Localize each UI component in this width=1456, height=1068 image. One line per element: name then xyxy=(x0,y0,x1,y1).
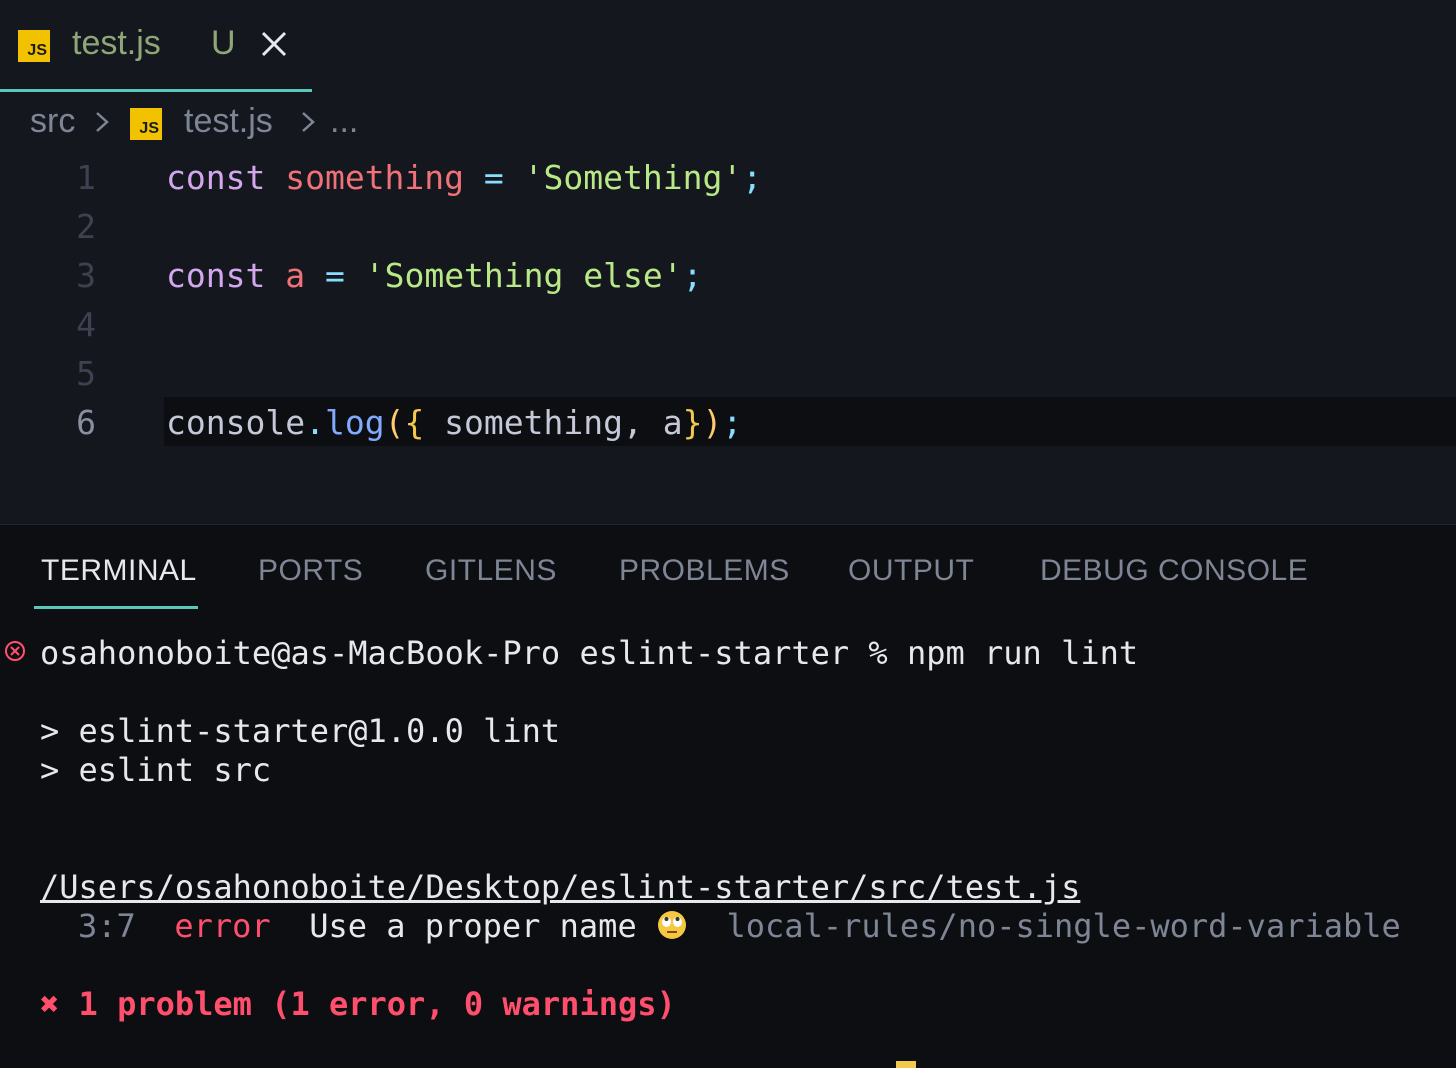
code-line[interactable]: 6 console.log({ something, a}); xyxy=(0,397,1456,446)
tab-terminal[interactable]: TERMINAL xyxy=(41,554,197,588)
error-severity: error xyxy=(174,907,271,945)
code-token: something xyxy=(285,158,465,197)
tab-test-js[interactable]: JS test.js U xyxy=(0,0,312,92)
code-token: a xyxy=(285,256,306,295)
lint-summary: ✖ 1 problem (1 error, 0 warnings) xyxy=(40,985,676,1023)
tab-output[interactable]: OUTPUT xyxy=(848,554,974,588)
code-token: ; xyxy=(682,256,703,295)
line-code: const a = 'Something else'; xyxy=(166,256,702,295)
breadcrumb-file[interactable]: test.js xyxy=(184,102,273,141)
code-token: = xyxy=(324,256,345,295)
code-line[interactable]: 5 xyxy=(0,348,1456,397)
terminal-prompt: osahonoboite@as-MacBook-Pro eslint-start… xyxy=(40,634,1139,672)
lint-file-path[interactable]: /Users/osahonoboite/Desktop/eslint-start… xyxy=(40,868,1080,906)
error-message: Use a proper name xyxy=(309,907,637,945)
tab-debug-console[interactable]: DEBUG CONSOLE xyxy=(1040,554,1308,588)
breadcrumb-more[interactable]: ... xyxy=(330,102,358,141)
chevron-right-icon xyxy=(96,112,109,132)
code-token: { xyxy=(404,403,425,442)
code-token: const xyxy=(166,256,266,295)
code-line[interactable]: 3 const a = 'Something else'; xyxy=(0,250,1456,299)
eye-roll-emoji-icon xyxy=(657,911,686,939)
line-code: const something = 'Something'; xyxy=(166,158,762,197)
js-file-icon: JS xyxy=(18,30,50,62)
active-tab-indicator xyxy=(0,89,312,92)
code-token: . xyxy=(305,403,325,442)
js-file-icon: JS xyxy=(130,108,162,140)
close-icon[interactable] xyxy=(256,26,292,62)
line-code: console.log({ something, a}); xyxy=(166,403,742,442)
active-panel-tab-indicator xyxy=(34,606,198,609)
breadcrumb-folder[interactable]: src xyxy=(30,102,75,141)
terminal-cursor xyxy=(896,1061,916,1068)
tab-ports[interactable]: PORTS xyxy=(258,554,363,588)
error-rule: local-rules/no-single-word-variable xyxy=(726,907,1401,945)
line-number: 1 xyxy=(76,158,96,197)
code-token: log xyxy=(324,403,385,442)
terminal-output[interactable]: osahonoboite@as-MacBook-Pro eslint-start… xyxy=(0,620,1456,1068)
editor: JS test.js U src JS test.js ... 1 const s… xyxy=(0,0,1456,524)
panel-tab-bar: TERMINAL PORTS GITLENS PROBLEMS OUTPUT DEBUG … xyxy=(0,524,1456,612)
code-token: = xyxy=(483,158,504,197)
code-token: const xyxy=(166,158,266,197)
terminal-script-line: > eslint-starter@1.0.0 lint xyxy=(40,712,561,750)
code-token: } xyxy=(682,403,703,442)
code-token: 'Something' xyxy=(523,158,743,197)
line-number: 5 xyxy=(76,354,96,393)
code-line[interactable]: 1 const something = 'Something'; xyxy=(0,152,1456,201)
code-token: ; xyxy=(742,158,763,197)
chevron-right-icon xyxy=(302,112,315,132)
tab-label: test.js xyxy=(72,24,161,62)
code-line[interactable]: 4 xyxy=(0,299,1456,348)
line-number: 4 xyxy=(76,305,96,344)
lint-error-row: 3:7 error Use a proper name local-rules/… xyxy=(78,907,1401,945)
terminal-script-line: > eslint src xyxy=(40,751,272,789)
code-token: console xyxy=(166,403,306,442)
code-token: something, a xyxy=(424,403,683,442)
tab-gitlens[interactable]: GITLENS xyxy=(425,554,557,588)
tab-problems[interactable]: PROBLEMS xyxy=(619,554,790,588)
code-line[interactable]: 2 xyxy=(0,201,1456,250)
line-number: 2 xyxy=(76,207,96,246)
error-location: 3:7 xyxy=(78,907,136,945)
breadcrumb: src JS test.js ... xyxy=(0,96,800,152)
editor-tab-bar: JS test.js U xyxy=(0,0,1456,92)
code-token: ( xyxy=(384,403,405,442)
code-token: ) xyxy=(702,403,723,442)
code-token: 'Something else' xyxy=(364,256,683,295)
code-token: ; xyxy=(722,403,743,442)
line-number: 3 xyxy=(76,256,96,295)
line-number: 6 xyxy=(76,403,96,442)
untracked-status-badge: U xyxy=(211,24,236,62)
